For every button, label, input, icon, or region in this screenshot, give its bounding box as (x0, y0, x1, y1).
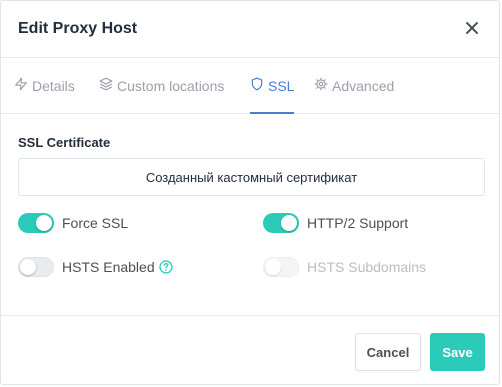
hsts-subdomains-row: HSTS Subdomains (263, 257, 426, 277)
toggle-knob (20, 259, 36, 275)
modal-footer: Cancel Save (1, 315, 499, 386)
ssl-certificate-select[interactable]: Созданный кастомный сертификат (18, 158, 485, 196)
tab-advanced[interactable]: Advanced (314, 58, 394, 113)
tab-details[interactable]: Details (14, 58, 75, 113)
force-ssl-toggle[interactable] (18, 213, 54, 233)
force-ssl-label: Force SSL (62, 215, 129, 231)
close-icon[interactable] (461, 17, 483, 39)
modal-title: Edit Proxy Host (18, 20, 138, 37)
tab-label: SSL (268, 77, 295, 94)
ssl-certificate-label: SSL Certificate (18, 135, 111, 150)
http2-support-label: HTTP/2 Support (307, 215, 409, 231)
toggle-knob (265, 259, 281, 275)
bolt-icon (14, 77, 28, 94)
tab-bar: Details Custom locations SSL Advanced (1, 58, 499, 114)
save-button[interactable]: Save (430, 333, 485, 371)
tab-label: Details (32, 77, 75, 94)
tab-ssl[interactable]: SSL (250, 58, 295, 114)
toggle-knob (36, 215, 52, 231)
cancel-button[interactable]: Cancel (355, 333, 421, 371)
tab-custom-locations[interactable]: Custom locations (99, 58, 224, 113)
force-ssl-row: Force SSL (18, 213, 128, 233)
http2-support-row: HTTP/2 Support (263, 213, 408, 233)
edit-proxy-host-modal: Edit Proxy Host Details Custom locations… (0, 0, 500, 385)
layers-icon (99, 77, 113, 94)
help-icon[interactable] (159, 260, 173, 274)
hsts-subdomains-label: HSTS Subdomains (307, 259, 427, 275)
hsts-enabled-label: HSTS Enabled (62, 259, 155, 275)
hsts-enabled-toggle[interactable] (18, 257, 54, 277)
modal-header: Edit Proxy Host (1, 1, 499, 58)
http2-support-toggle[interactable] (263, 213, 299, 233)
shield-icon (250, 77, 264, 94)
hsts-enabled-row: HSTS Enabled (18, 257, 173, 277)
toggle-knob (281, 215, 297, 231)
tab-label: Advanced (332, 77, 395, 94)
tab-label: Custom locations (117, 77, 225, 94)
hsts-subdomains-toggle[interactable] (263, 257, 299, 277)
gear-icon (314, 77, 328, 94)
ssl-certificate-value: Созданный кастомный сертификат (145, 169, 358, 185)
